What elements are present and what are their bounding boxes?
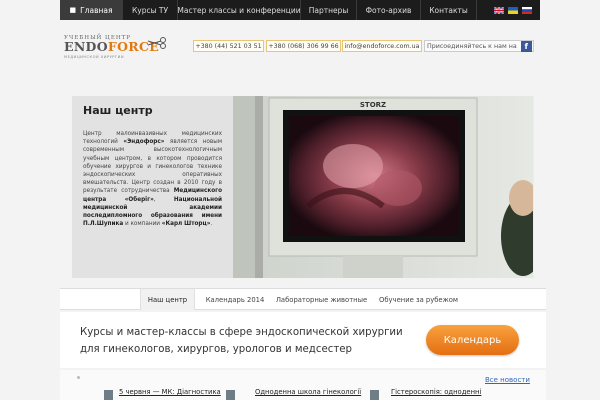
flag-ru-icon[interactable]	[522, 6, 532, 14]
news-strip: Все новости 5 червня — МК: Діагностика О…	[60, 370, 546, 400]
banner-line-1: Курсы и мастер-классы в сфере эндоскопич…	[80, 327, 403, 338]
about-text-part: .	[210, 221, 213, 228]
all-news-link[interactable]: Все новости	[485, 376, 530, 384]
email-link[interactable]: info@endoforce.com.ua	[342, 40, 422, 52]
language-switcher	[494, 0, 540, 20]
tab-label: Наш центр	[147, 295, 188, 304]
tab-our-center[interactable]: Наш центр	[140, 289, 195, 310]
bullet-icon	[77, 376, 80, 379]
about-text-part: является новым современным высокотехноло…	[83, 139, 222, 195]
tab-lab-animals[interactable]: Лабораторные животные	[274, 289, 369, 310]
scissors-icon	[147, 37, 166, 49]
courses-banner: Курсы и мастер-классы в сфере эндоскопич…	[60, 312, 546, 368]
phone-2[interactable]: +380 (068) 306 99 66	[266, 40, 341, 52]
tab-calendar-2014[interactable]: Календарь 2014	[202, 289, 268, 310]
nav-item-masterclasses[interactable]: Мастер классы и конференции	[177, 0, 301, 20]
tab-label: Календарь 2014	[205, 295, 265, 304]
about-section: Наш центр Центр малоинвазивных медицинск…	[72, 96, 233, 278]
about-text-part: и компании	[123, 221, 162, 228]
news-thumbnail[interactable]	[370, 390, 379, 400]
social-join[interactable]: Присоединяйтесь к нам на f	[424, 40, 534, 52]
tab-study-abroad[interactable]: Обучение за рубежом	[376, 289, 461, 310]
social-join-text: Присоединяйтесь к нам на	[427, 42, 517, 50]
nav-item-courses[interactable]: Курсы ТУ	[123, 0, 178, 20]
flag-en-icon[interactable]	[494, 6, 504, 14]
about-partner: «Карл Шторц»	[161, 221, 211, 228]
nav-item-partners[interactable]: Партнеры	[301, 0, 357, 20]
nav-item-photo-archive[interactable]: Фото-архив	[357, 0, 421, 20]
nav-item-label: Курсы ТУ	[131, 5, 169, 15]
phone-1[interactable]: +380 (44) 521 03 51	[193, 40, 264, 52]
banner-line-2: для гинекологов, хирургов, урологов и ме…	[80, 344, 352, 355]
nav-item-home[interactable]: ■ Главная	[60, 0, 123, 20]
nav-item-label: Партнеры	[308, 5, 349, 15]
top-nav: ■ Главная Курсы ТУ Мастер классы и конфе…	[60, 0, 540, 20]
email-text: info@endoforce.com.ua	[344, 42, 420, 50]
nav-item-label: Контакты	[429, 5, 468, 15]
facebook-icon[interactable]: f	[520, 40, 532, 52]
hero-photo: STORZ	[233, 96, 533, 278]
news-item[interactable]: Одноденна школа гінекології	[255, 388, 361, 396]
endoscopy-monitor-image: STORZ	[233, 96, 533, 278]
logo-sub-text: МЕДИЦИНСКОЙ ХИРУРГИИ	[64, 55, 125, 59]
banner-text: Курсы и мастер-классы в сфере эндоскопич…	[80, 324, 403, 358]
logo-main-part: ENDO	[64, 39, 108, 54]
nav-item-label: Главная	[80, 5, 113, 15]
tab-label: Обучение за рубежом	[378, 295, 459, 304]
news-item[interactable]: 5 червня — МК: Діагностика	[119, 388, 221, 396]
about-text-part: ,	[153, 196, 174, 203]
tab-label: Лабораторные животные	[275, 295, 368, 304]
calendar-button-label: Календарь	[443, 334, 502, 346]
phone-1-text: +380 (44) 521 03 51	[195, 42, 262, 50]
home-icon: ■	[69, 6, 77, 14]
about-brand: «Эндофорс»	[123, 139, 165, 146]
nav-item-label: Мастер классы и конференции	[177, 5, 301, 15]
about-text: Центр малоинвазивных медицинских техноло…	[83, 130, 222, 228]
nav-item-contacts[interactable]: Контакты	[421, 0, 477, 20]
flag-uk-icon[interactable]	[508, 6, 518, 14]
monitor-brand-text: STORZ	[360, 101, 386, 109]
news-item[interactable]: Гістероскопія: одноденні	[391, 388, 481, 396]
calendar-button[interactable]: Календарь	[426, 325, 519, 355]
nav-item-label: Фото-архив	[365, 5, 412, 15]
news-thumbnail[interactable]	[226, 390, 235, 400]
phone-2-text: +380 (068) 306 99 66	[268, 42, 339, 50]
about-title: Наш центр	[83, 104, 153, 117]
content-tabs: Наш центр Календарь 2014 Лабораторные жи…	[60, 288, 546, 310]
news-thumbnail[interactable]	[104, 390, 113, 400]
